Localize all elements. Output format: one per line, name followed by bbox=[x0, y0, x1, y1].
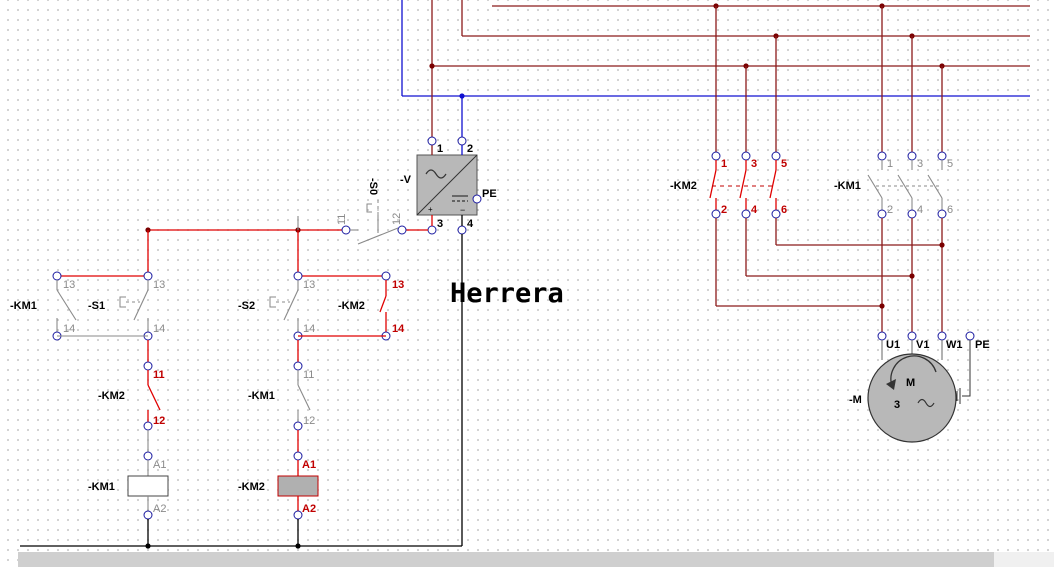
km2-hold-t13: 13 bbox=[392, 279, 404, 291]
km1-t6: 6 bbox=[947, 204, 953, 216]
rung-km2[interactable] bbox=[20, 230, 463, 549]
km1-il-t12: 12 bbox=[303, 415, 315, 427]
km2-t2: 2 bbox=[721, 204, 727, 216]
motor-phases: 3 bbox=[894, 399, 900, 411]
s2-t13: 13 bbox=[303, 279, 315, 291]
svg-text:−: − bbox=[460, 205, 465, 215]
v-terminal-2: 2 bbox=[467, 143, 473, 155]
s0-label: -S0 bbox=[367, 178, 379, 195]
km1-interlock-label: -KM1 bbox=[248, 390, 275, 402]
motor-terminal-w1: W1 bbox=[946, 339, 963, 351]
horizontal-scrollbar-track[interactable] bbox=[994, 552, 1054, 567]
km1-power-label: -KM1 bbox=[834, 180, 861, 192]
coil-km1-label: -KM1 bbox=[88, 481, 115, 493]
s2-t14: 14 bbox=[303, 323, 315, 335]
contactor-km2[interactable] bbox=[709, 6, 942, 307]
km2-il-t11: 11 bbox=[153, 369, 165, 381]
km1-il-t11: 11 bbox=[303, 369, 314, 381]
schematic-canvas[interactable]: + − -V 1 2 3 4 PE -S0 11 12 -KM1 -S1 13 … bbox=[0, 0, 1054, 567]
v-terminal-3: 3 bbox=[437, 218, 443, 230]
motor-symbol: M bbox=[906, 377, 915, 389]
s1-label: -S1 bbox=[88, 300, 105, 312]
v-terminal-4: 4 bbox=[467, 218, 474, 230]
motor-terminal-pe: PE bbox=[975, 339, 990, 351]
km1-t3: 3 bbox=[917, 158, 923, 170]
km1-hold-t14: 14 bbox=[63, 323, 75, 335]
coil-km2-a1: A1 bbox=[302, 459, 316, 471]
watermark-text: Herrera bbox=[450, 278, 564, 309]
s0-terminal-11: 11 bbox=[336, 214, 348, 225]
km2-hold-t14: 14 bbox=[392, 323, 405, 335]
v-terminal-1: 1 bbox=[437, 143, 443, 155]
coil-km2-a2: A2 bbox=[302, 503, 316, 515]
km1-t5: 5 bbox=[947, 158, 953, 170]
s1-t14: 14 bbox=[153, 323, 165, 335]
rung-km1[interactable] bbox=[52, 230, 169, 546]
horizontal-scrollbar-thumb[interactable] bbox=[18, 552, 994, 567]
coil-km2-label: -KM2 bbox=[238, 481, 265, 493]
motor-label: -M bbox=[849, 394, 862, 406]
km2-t5: 5 bbox=[781, 158, 787, 170]
km2-t1: 1 bbox=[721, 158, 727, 170]
km2-power-label: -KM2 bbox=[670, 180, 697, 192]
km1-t2: 2 bbox=[887, 204, 893, 216]
s1-t13: 13 bbox=[153, 279, 165, 291]
km2-hold-label: -KM2 bbox=[338, 300, 365, 312]
coil-km1-a1: A1 bbox=[153, 459, 166, 471]
motor-terminal-u1: U1 bbox=[886, 339, 900, 351]
contactor-km1[interactable] bbox=[867, 6, 947, 332]
km1-t4: 4 bbox=[917, 204, 923, 216]
km1-t1: 1 bbox=[887, 158, 893, 170]
motor-terminal-v1: V1 bbox=[916, 339, 929, 351]
km1-hold-t13: 13 bbox=[63, 279, 75, 291]
coil-km1-a2: A2 bbox=[153, 503, 166, 515]
svg-text:+: + bbox=[428, 205, 433, 214]
km2-t6: 6 bbox=[781, 204, 787, 216]
km2-t3: 3 bbox=[751, 158, 757, 170]
s0-terminal-12: 12 bbox=[391, 213, 403, 225]
km2-il-t12: 12 bbox=[153, 415, 165, 427]
km2-t4: 4 bbox=[751, 204, 758, 216]
km1-hold-label: -KM1 bbox=[10, 300, 37, 312]
km2-interlock-label: -KM2 bbox=[98, 390, 125, 402]
s2-label: -S2 bbox=[238, 300, 255, 312]
stop-switch-s0[interactable] bbox=[145, 198, 428, 245]
v-label: -V bbox=[400, 174, 412, 186]
v-terminal-pe: PE bbox=[482, 188, 497, 200]
